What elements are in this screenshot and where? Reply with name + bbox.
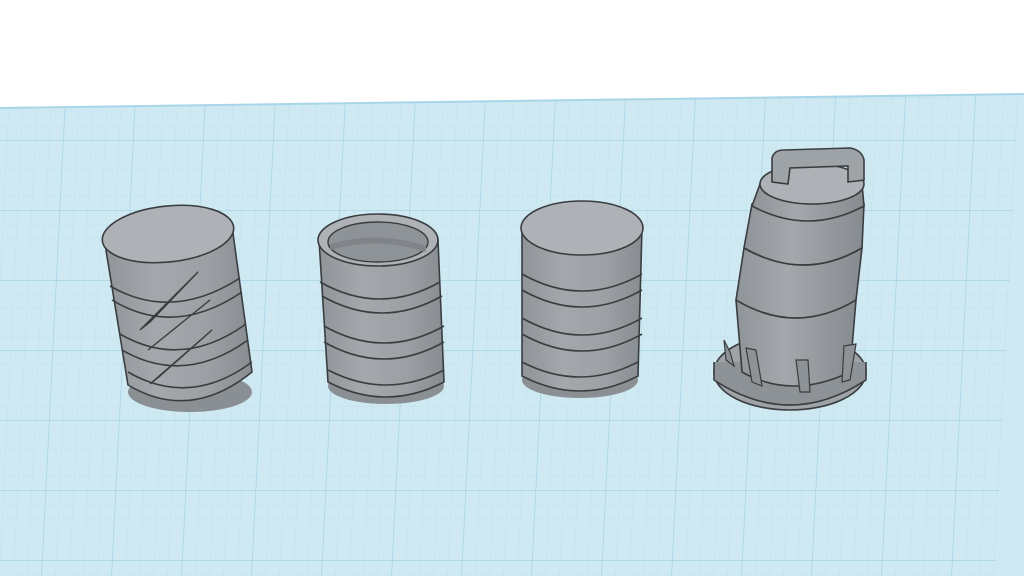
closed-barrel[interactable] bbox=[520, 200, 644, 398]
barrel-lid bbox=[520, 200, 644, 256]
open-barrel[interactable] bbox=[317, 213, 445, 404]
viewport-canvas[interactable] bbox=[0, 0, 1024, 576]
3d-viewport[interactable] bbox=[0, 0, 1024, 576]
